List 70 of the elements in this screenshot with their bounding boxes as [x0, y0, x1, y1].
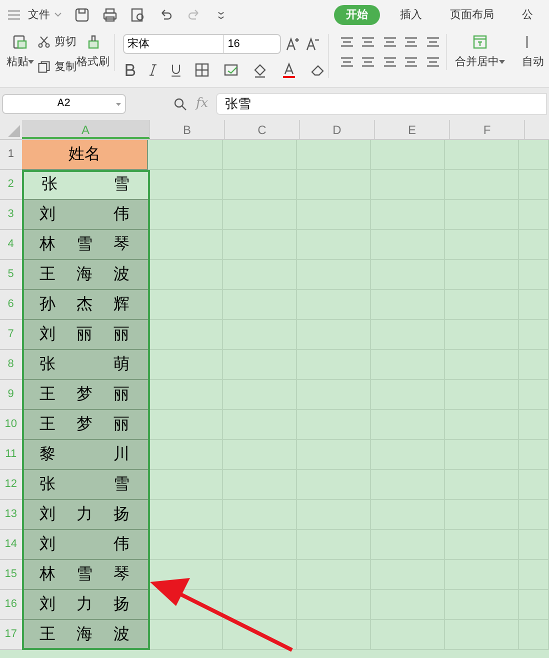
column-header[interactable]: E	[375, 120, 450, 139]
underline-icon[interactable]	[168, 62, 183, 78]
column-header[interactable]: A	[22, 120, 150, 139]
caret-icon[interactable]	[28, 60, 34, 64]
name-cell: 刘伟	[22, 200, 149, 230]
row-number[interactable]: 10	[0, 410, 22, 440]
bold-icon[interactable]	[122, 62, 137, 78]
row-number[interactable]: 13	[0, 500, 22, 530]
ribbon-tab[interactable]: 页面布局	[442, 4, 502, 26]
paste-button[interactable]: 粘贴	[6, 54, 34, 70]
name-cell: 张雪	[22, 470, 149, 500]
scissors-icon[interactable]	[36, 34, 51, 50]
shrink-font-icon[interactable]	[304, 36, 321, 52]
row-number[interactable]: 11	[0, 440, 22, 470]
row-number[interactable]: 2	[0, 170, 22, 200]
empty-cell	[519, 140, 549, 170]
zoom-formula-icon[interactable]	[172, 96, 188, 112]
caret-icon[interactable]	[54, 12, 62, 18]
row-number[interactable]: 8	[0, 350, 22, 380]
print-preview-icon[interactable]	[130, 7, 146, 23]
row-number[interactable]: 7	[0, 320, 22, 350]
name-cell: 刘力扬	[22, 590, 149, 620]
row-number[interactable]: 9	[0, 380, 22, 410]
formula-field[interactable]: 张雪	[216, 93, 547, 115]
column-heading-cell: 姓名	[22, 140, 148, 170]
name-cell: 刘力扬	[22, 500, 149, 530]
cut-button[interactable]: 剪切	[54, 34, 77, 50]
copy-icon[interactable]	[36, 58, 51, 75]
grow-font-icon[interactable]	[284, 36, 301, 52]
column-header[interactable]: D	[300, 120, 375, 139]
ribbon-tab[interactable]: 插入	[392, 4, 430, 26]
row-number[interactable]: 3	[0, 200, 22, 230]
row-number[interactable]: 6	[0, 290, 22, 320]
name-cell: 张雪	[22, 170, 149, 200]
caret-icon[interactable]	[116, 102, 121, 106]
name-cell: 王梦丽	[22, 410, 149, 440]
name-cell: 刘丽丽	[22, 320, 149, 350]
column-header[interactable]: C	[225, 120, 300, 139]
wrap-text-button[interactable]: 自动	[522, 54, 544, 70]
name-cell: 孙杰辉	[22, 290, 149, 320]
name-cell: 王海波	[22, 260, 149, 290]
row-number[interactable]: 5	[0, 260, 22, 290]
name-cell: 王海波	[22, 620, 149, 650]
row-number[interactable]: 16	[0, 590, 22, 620]
name-cell: 王梦丽	[22, 380, 149, 410]
column-header[interactable]: B	[150, 120, 225, 139]
merge-center-button[interactable]: 合并居中	[455, 54, 505, 70]
name-cell: 刘伟	[22, 530, 149, 560]
print-icon[interactable]	[102, 7, 118, 23]
row-number[interactable]: 1	[0, 140, 22, 170]
format-painter-button[interactable]: 格式刷	[76, 54, 110, 70]
fx-label[interactable]: fx	[196, 94, 208, 114]
row-number[interactable]: 4	[0, 230, 22, 260]
row-number[interactable]: 15	[0, 560, 22, 590]
name-cell: 黎川	[22, 440, 149, 470]
save-icon[interactable]	[74, 7, 90, 23]
row-number[interactable]: 14	[0, 530, 22, 560]
row-number[interactable]: 12	[0, 470, 22, 500]
menu-icon[interactable]	[8, 10, 20, 20]
file-menu[interactable]: 文件	[28, 6, 62, 24]
row-number[interactable]: 17	[0, 620, 22, 650]
caret-icon[interactable]	[499, 60, 505, 64]
ribbon-tab[interactable]: 开始	[334, 4, 380, 26]
column-header[interactable]: F	[450, 120, 525, 139]
copy-button[interactable]: 复制	[54, 58, 77, 75]
ribbon-tab[interactable]: 公	[514, 4, 541, 26]
name-cell: 林雪琴	[22, 230, 149, 260]
name-box[interactable]: A2	[2, 94, 126, 114]
name-cell: 张萌	[22, 350, 149, 380]
name-cell: 林雪琴	[22, 560, 149, 590]
